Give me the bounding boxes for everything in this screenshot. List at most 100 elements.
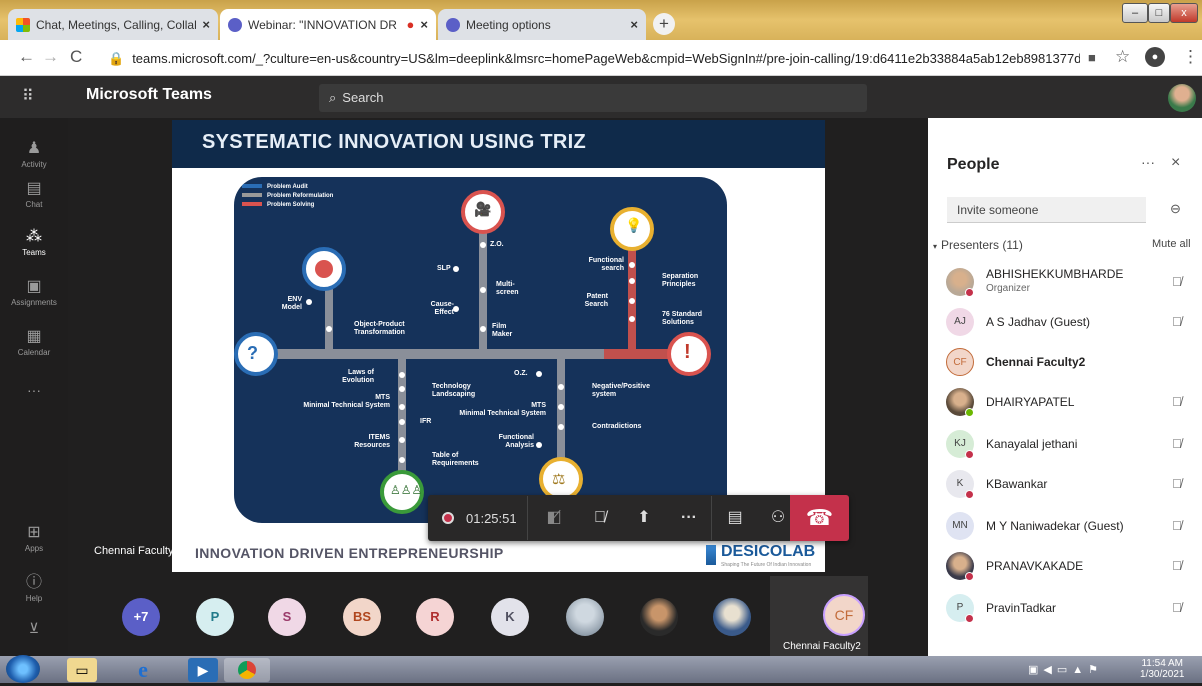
maximize-button[interactable]: □ [1148,3,1170,23]
rail-label: Teams [22,248,46,257]
rail-item-activity[interactable]: ♟ Activity [0,138,68,169]
rail-item-chat[interactable]: ▤ Chat [0,178,68,209]
mic-off-icon[interactable]: 🎙̸ [1172,274,1182,289]
back-icon[interactable]: ← [18,47,35,67]
browser-menu-icon[interactable]: ⋮ [1182,47,1199,67]
camera-blocked-icon[interactable]: ■ [1088,50,1096,65]
rail-item-calendar[interactable]: ▦ Calendar [0,326,68,357]
close-icon[interactable]: × [202,17,210,32]
search-input[interactable]: ⌕ Search [319,84,867,112]
rail-label: Activity [21,160,47,169]
new-tab-button[interactable]: + [653,13,675,35]
more-icon[interactable]: ··· [675,505,703,531]
avatar[interactable] [1168,84,1196,112]
phone-icon: ☎ [805,505,834,530]
presence-dot [965,408,974,417]
call-timer: 01:25:51 [466,511,517,526]
mic-off-icon[interactable]: 🎙̸ [1172,600,1182,615]
participant-name: A S Jadhav (Guest) [986,315,1091,329]
participant-name: M Y Naniwadekar (Guest) [986,519,1124,533]
diagram-label: Separation Principles [662,273,699,288]
diagram-label: SLP [437,265,451,272]
reload-icon[interactable]: C [70,47,82,67]
taskbar-clock[interactable]: 11:54 AM 1/30/2021 [1140,658,1185,680]
browser-tab-teams-chat[interactable]: Chat, Meetings, Calling, Collabor × [8,9,218,40]
rail-label: Chat [25,200,43,209]
browser-tab-meeting-options[interactable]: Meeting options × [438,9,646,40]
participant-avatar[interactable]: R [416,598,454,636]
teams-tab-icon [16,17,30,32]
mic-off-icon[interactable]: 🎙̸ [1172,394,1182,409]
mic-off-icon[interactable]: 🎙̸ [586,505,614,531]
participant-name: DHAIRYAPATEL [986,395,1075,409]
rail-item-apps[interactable]: ⊞ Apps [0,522,68,553]
close-icon[interactable]: × [420,17,428,32]
download-icon: ⊻ [28,620,40,636]
mic-off-icon[interactable]: 🎙̸ [1172,436,1182,451]
browser-tab-webinar[interactable]: Webinar: "INNOVATION DR ● × [220,9,436,40]
media-player-icon[interactable]: ▶ [188,658,218,682]
link-icon[interactable]: ⊖ [1170,201,1181,217]
chrome-icon [238,661,256,679]
overflow-participants-button[interactable]: +7 [122,598,160,636]
diagram-label: Minimal Technical System [459,410,546,417]
address-bar[interactable]: 🔒 teams.microsoft.com/_?culture=en-us&cou… [108,45,1080,72]
presence-dot [965,288,974,297]
rail-item-help[interactable]: ⓘ Help [0,568,68,603]
participant-photo-avatar[interactable] [640,598,678,636]
mute-all-button[interactable]: Mute all [1152,238,1191,250]
camera-off-icon[interactable]: ◧̸ [540,505,568,531]
participant-avatar[interactable]: K [491,598,529,636]
close-icon[interactable]: × [1171,154,1180,172]
share-icon[interactable]: ⬆ [630,505,658,531]
internet-explorer-icon[interactable]: e [128,658,158,682]
url-text: teams.microsoft.com/_?culture=en-us&coun… [132,51,1080,66]
mic-off-icon[interactable]: 🎙̸ [1172,558,1182,573]
search-placeholder: Search [342,90,384,105]
app-launcher-icon[interactable]: ⠿ [22,86,34,106]
more-icon[interactable]: ··· [1141,154,1155,170]
diagram-label: IFR [420,418,432,425]
participant-avatar[interactable]: P [196,598,234,636]
tab-title: Webinar: "INNOVATION DR [248,17,397,32]
mic-off-icon[interactable]: 🎙̸ [1172,518,1182,533]
presence-dot [965,490,974,499]
chat-icon[interactable]: ▤ [721,505,749,531]
app-title: Microsoft Teams [86,86,212,103]
calendar-icon: ▦ [26,328,42,345]
teams-icon: ⁂ [26,228,42,245]
bookmark-star-icon[interactable]: ☆ [1115,47,1130,67]
mic-off-icon[interactable]: 🎙̸ [1172,314,1182,329]
tab-title: Meeting options [466,17,551,32]
participants-icon[interactable]: ⚇ [764,505,792,531]
presence-dot [965,572,974,581]
rail-label: Calendar [17,348,51,357]
mic-off-icon[interactable]: 🎙̸ [1172,476,1182,491]
more-apps-button[interactable]: ··· [0,382,68,398]
participant-photo-avatar[interactable] [713,598,751,636]
forward-icon[interactable]: → [42,47,59,67]
system-tray-icons[interactable]: ▣◀▭▲⚑ [1028,663,1103,676]
invite-input[interactable]: Invite someone [947,197,1146,223]
minimize-button[interactable]: – [1122,3,1148,23]
hang-up-button[interactable]: ☎ [790,495,849,541]
participant-photo-avatar[interactable] [566,598,604,636]
participant-avatar[interactable]: BS [343,598,381,636]
close-window-button[interactable]: x [1170,3,1198,23]
start-button[interactable] [6,655,40,683]
rail-item-teams[interactable]: ⁂ Teams [0,226,68,257]
divider [527,496,528,540]
rail-item-assignments[interactable]: ▣ Assignments [0,276,68,307]
diagram-label: Patent Search [584,293,608,308]
presenters-section-toggle[interactable]: ▾ Presenters (11) [933,238,1023,252]
avatar: AJ [946,308,974,336]
section-label: Presenters (11) [941,238,1023,252]
file-explorer-icon[interactable]: ▭ [67,658,97,682]
close-icon[interactable]: × [630,17,638,32]
diagram-label: Contradictions [592,423,642,430]
download-app-button[interactable]: ⊻ [0,620,68,637]
participant-avatar[interactable]: S [268,598,306,636]
chrome-taskbar-button[interactable] [224,658,270,682]
profile-icon[interactable]: ● [1145,47,1165,67]
diagram-label: Resources [354,442,390,449]
